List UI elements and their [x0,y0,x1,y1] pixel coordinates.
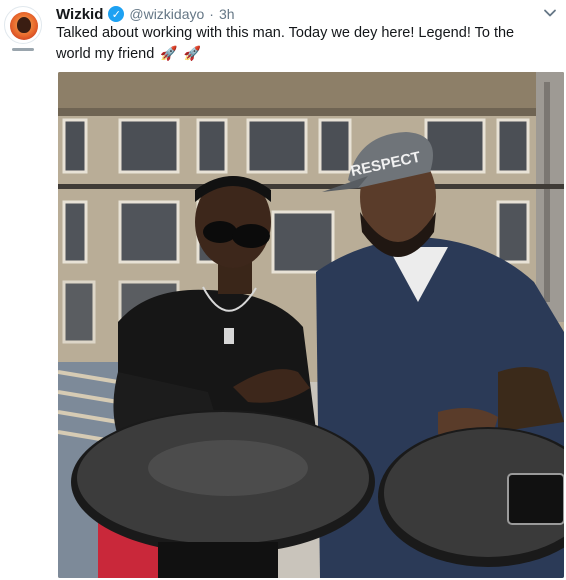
avatar-face [17,17,31,33]
rocket-emoji-icon: 🚀 [160,45,178,61]
tweet-body: Talked about working with this man. Toda… [56,25,515,62]
tweet-text: Talked about working with this man. Toda… [56,23,518,64]
tweet-timestamp[interactable]: 3h [219,6,235,22]
author-name[interactable]: Wizkid [56,6,103,23]
photo-illustration: RESPECT [58,72,564,578]
author-handle[interactable]: @wizkidayo [129,6,204,22]
tweet-photo[interactable]: RESPECT [58,72,564,578]
avatar-caption [12,48,34,51]
rocket-emoji-icon: 🚀 [183,45,202,61]
chevron-down-icon-svg [544,9,556,17]
separator-dot: · [209,6,214,22]
tweet-card: Wizkid ✓ @wizkidayo · 3h Talked about wo… [0,0,566,580]
chevron-down-icon[interactable] [542,5,558,21]
profile-avatar[interactable] [4,6,42,54]
avatar-ring [4,6,42,44]
tweet-header: Wizkid ✓ @wizkidayo · 3h [56,4,235,24]
verified-badge-icon: ✓ [108,6,125,22]
